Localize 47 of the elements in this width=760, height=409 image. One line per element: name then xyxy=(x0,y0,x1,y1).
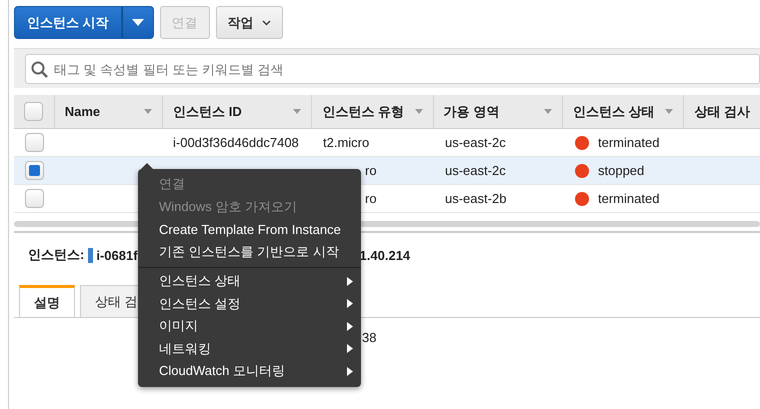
table-cell: stopped xyxy=(598,163,644,178)
table-cell: us-east-2c xyxy=(445,135,506,150)
submenu-arrow-icon xyxy=(347,344,353,354)
search-field[interactable]: 태그 및 속성별 필터 또는 키워드별 검색 xyxy=(25,54,760,84)
sort-caret-icon xyxy=(665,109,674,114)
menu-item[interactable]: 네트워킹 xyxy=(138,338,361,360)
menu-item[interactable]: 기존 인스턴스를 기반으로 시작 xyxy=(138,240,361,263)
row-checkbox[interactable] xyxy=(24,133,44,152)
table-cell: us-east-2b xyxy=(445,191,506,206)
sort-caret-icon xyxy=(293,109,302,114)
caret-icon xyxy=(262,20,271,26)
row-checkbox[interactable] xyxy=(24,161,44,180)
table-cell: terminated xyxy=(598,191,660,206)
column-header[interactable]: Name xyxy=(64,104,100,119)
column-header[interactable]: 인스턴스 유형 xyxy=(322,102,404,120)
tab[interactable]: 설명 xyxy=(19,285,75,317)
sort-caret-icon xyxy=(144,109,152,114)
caret-icon xyxy=(132,19,144,26)
actions-button[interactable]: 작업 xyxy=(216,6,283,39)
detail-label: 인스턴스: xyxy=(28,246,84,264)
instance-ip: 1.40.214 xyxy=(360,248,410,262)
menu-item[interactable]: 이미지 xyxy=(138,315,361,338)
table-cell: i-00d3f36d46ddc7408 xyxy=(173,135,299,150)
table-cell: us-east-2c xyxy=(445,163,506,178)
column-header[interactable]: 가용 영역 xyxy=(444,102,500,120)
instance-id: i-0681f xyxy=(96,248,138,262)
submenu-arrow-icon xyxy=(347,366,353,376)
row-checkbox[interactable] xyxy=(24,189,44,208)
menu-item[interactable]: CloudWatch 모니터링 xyxy=(138,360,361,382)
field-value: 38 xyxy=(362,330,376,345)
column-header[interactable]: 상태 검사 xyxy=(694,102,750,120)
menu-item[interactable]: Create Template From Instance xyxy=(138,218,361,240)
table-cell: ro xyxy=(365,191,377,206)
column-header[interactable]: 인스턴스 ID xyxy=(173,102,242,120)
launch-instance-button[interactable]: 인스턴스 시작 xyxy=(14,6,122,39)
sort-caret-icon xyxy=(414,109,423,114)
submenu-arrow-icon xyxy=(347,299,353,308)
table-cell: t2.micro xyxy=(323,135,370,150)
sort-caret-icon xyxy=(544,109,552,114)
select-all-checkbox[interactable] xyxy=(24,102,44,121)
submenu-arrow-icon xyxy=(347,322,353,331)
launch-dropdown-button[interactable] xyxy=(122,6,154,39)
column-header[interactable]: 인스턴스 상태 xyxy=(573,102,655,120)
selection-marker xyxy=(88,248,94,262)
table-cell: terminated xyxy=(598,135,660,150)
submenu-arrow-icon xyxy=(347,276,353,286)
table-cell: ro xyxy=(365,163,377,178)
